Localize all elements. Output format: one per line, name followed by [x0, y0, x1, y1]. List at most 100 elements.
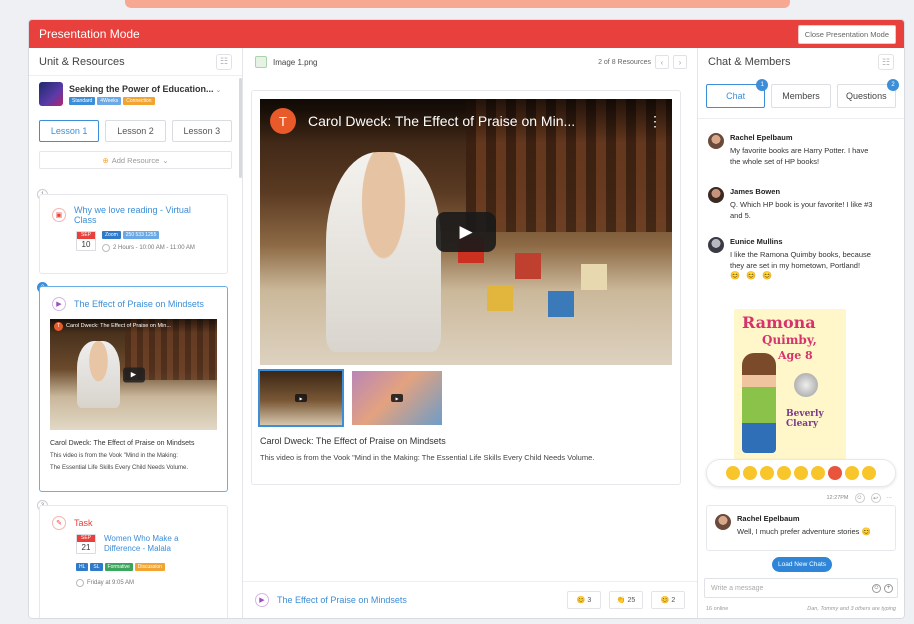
resource-title[interactable]: Why we love reading - Virtual Class [74, 205, 215, 225]
more-options-icon[interactable]: ⋮ [648, 113, 662, 130]
avatar [708, 133, 724, 149]
play-icon[interactable]: ▶ [436, 212, 496, 252]
lesson-tab-2[interactable]: Lesson 2 [105, 120, 166, 142]
more-options-icon[interactable]: ··· [887, 495, 893, 501]
unit-tag: Connection [123, 96, 155, 105]
chat-members-panel: Chat & Members ☷ Chat 1 Members Questions… [698, 48, 904, 618]
emoji-option[interactable] [828, 466, 842, 480]
resource-card-video[interactable]: ▶ The Effect of Praise on Mindsets T Car… [39, 286, 228, 492]
emoji-option[interactable] [760, 466, 774, 480]
clock-icon [102, 244, 110, 252]
lesson-tab-1[interactable]: Lesson 1 [39, 120, 100, 142]
book-title: Quimby, [762, 333, 817, 347]
reaction-button[interactable]: 👏 25 [609, 591, 643, 609]
resource-time: 2 Hours - 10:00 AM - 11:00 AM [113, 245, 195, 251]
emoji-option[interactable] [794, 466, 808, 480]
video-caption: Carol Dweck: The Effect of Praise on Min… [260, 436, 446, 446]
video-player[interactable]: T Carol Dweck: The Effect of Praise on M… [260, 99, 672, 365]
date-month: SEP [77, 232, 95, 239]
date-badge: SEP 10 [76, 231, 96, 251]
task-time: Friday at 9:05 AM [87, 580, 135, 586]
panel-title: Unit & Resources [39, 55, 125, 68]
resource-card-virtual-class[interactable]: ▣ Why we love reading - Virtual Class SE… [39, 194, 228, 274]
chevron-right-icon[interactable]: › [673, 55, 687, 69]
resource-viewer: T Carol Dweck: The Effect of Praise on M… [251, 90, 681, 485]
book-subtitle: Age 8 [778, 349, 813, 362]
emoji-icon[interactable]: ☺ [854, 493, 865, 503]
chevron-down-icon: ⌄ [162, 155, 169, 165]
task-tag: HL [76, 563, 89, 571]
chat-messages[interactable]: Rachel Epelbaum My favorite books are Ha… [698, 118, 904, 572]
message-text: Q. Which HP book is your favorite! I lik… [730, 200, 873, 220]
emoji-option[interactable] [777, 466, 791, 480]
video-thumbnail[interactable]: T Carol Dweck: The Effect of Praise on M… [50, 319, 217, 430]
resource-card-task[interactable]: ✎ Task SEP 21 Women Who Make a Differenc… [39, 505, 228, 618]
date-month: SEP [77, 535, 95, 542]
tab-chat[interactable]: Chat 1 [706, 79, 769, 108]
book-author: Cleary [786, 419, 819, 429]
video-title: Carol Dweck: The Effect of Praise on Min… [66, 323, 171, 329]
add-icon[interactable]: + [884, 583, 893, 593]
date-day: 10 [81, 240, 91, 249]
task-title[interactable]: Women Who Make a Difference - Malala [104, 534, 179, 554]
avatar [708, 237, 724, 253]
date-day: 21 [81, 543, 91, 552]
collapse-panel-icon[interactable]: ☷ [216, 53, 232, 70]
message-time: 12:27PM [826, 495, 849, 501]
book-title: Ramona [742, 313, 816, 332]
resource-caption: Carol Dweck: The Effect of Praise on Min… [50, 440, 195, 447]
unit-tag: Standard [69, 96, 96, 105]
video-title[interactable]: Carol Dweck: The Effect of Praise on Min… [308, 113, 575, 129]
message-text: Well, I much prefer adventure stories 😊 [737, 527, 871, 536]
resource-footer: ▶ The Effect of Praise on Mindsets 😊 3 👏 2… [243, 581, 697, 618]
message-input[interactable]: Write a message ☺ + [704, 578, 898, 598]
clock-icon [76, 579, 84, 587]
emoji-icon[interactable]: ☺ [872, 583, 881, 593]
unit-resources-panel: Unit & Resources ☷ Seeking the Power of … [29, 48, 243, 618]
emoji-option[interactable] [743, 466, 757, 480]
task-tag: Discussion [134, 563, 165, 571]
book-cover-image[interactable]: Ramona Quimby, Age 8 Beverly Cleary [734, 309, 846, 459]
load-new-chats-button[interactable]: Load New Chats [772, 557, 833, 572]
emoji-option[interactable] [845, 466, 859, 480]
chevron-left-icon[interactable]: ‹ [655, 55, 669, 69]
resource-title[interactable]: The Effect of Praise on Mindsets [74, 299, 204, 309]
unit-title: Seeking the Power of Education... [69, 83, 214, 94]
avatar [708, 187, 724, 203]
task-tag: SL [90, 563, 103, 571]
message-placeholder: Write a message [711, 584, 764, 592]
resource-thumbnail[interactable]: ▶ [352, 371, 442, 425]
message-author: Rachel Epelbaum [737, 514, 800, 523]
footer-resource-title[interactable]: The Effect of Praise on Mindsets [277, 595, 407, 605]
zoom-tag: Zoom [102, 231, 121, 239]
emoji-option[interactable] [726, 466, 740, 480]
reaction-button[interactable]: 😊 3 [567, 591, 601, 609]
channel-avatar: T [270, 108, 296, 134]
unit-thumbnail [39, 82, 63, 106]
message-text: I like the Ramona Quimby books, because … [730, 250, 871, 270]
tab-members[interactable]: Members [771, 84, 831, 108]
resource-description: This video is from the Vook "Mind in the… [50, 453, 178, 459]
panel-title: Chat & Members [708, 56, 791, 68]
resource-thumbnail[interactable]: ▶ [258, 369, 344, 427]
emoji-option[interactable] [862, 466, 876, 480]
tab-label: Chat [726, 91, 746, 101]
scrollbar[interactable] [239, 78, 242, 178]
collapse-panel-icon[interactable]: ☷ [878, 54, 894, 70]
lesson-tab-3[interactable]: Lesson 3 [171, 120, 232, 142]
emoji-option[interactable] [811, 466, 825, 480]
clap-icon: 👏 [616, 597, 626, 604]
play-icon[interactable]: ▶ [122, 367, 145, 382]
message-author: Eunice Mullins [730, 237, 783, 246]
unit-tag: 4Weeks [97, 96, 122, 105]
add-resource-button[interactable]: ⊕ Add Resource ⌄ [39, 151, 232, 169]
channel-avatar: T [54, 321, 63, 331]
unit-selector[interactable]: Seeking the Power of Education... ⌄ Stand… [29, 76, 242, 112]
tab-questions[interactable]: Questions 2 [836, 79, 899, 108]
reaction-button[interactable]: 😊 2 [651, 591, 685, 609]
close-presentation-button[interactable]: Close Presentation Mode [797, 24, 896, 44]
reply-icon[interactable]: ↩ [870, 493, 881, 503]
message-author: Rachel Epelbaum [730, 133, 793, 142]
chat-message: Rachel Epelbaum Well, I much prefer adve… [706, 505, 896, 551]
emoji-reaction-picker[interactable] [706, 459, 896, 487]
